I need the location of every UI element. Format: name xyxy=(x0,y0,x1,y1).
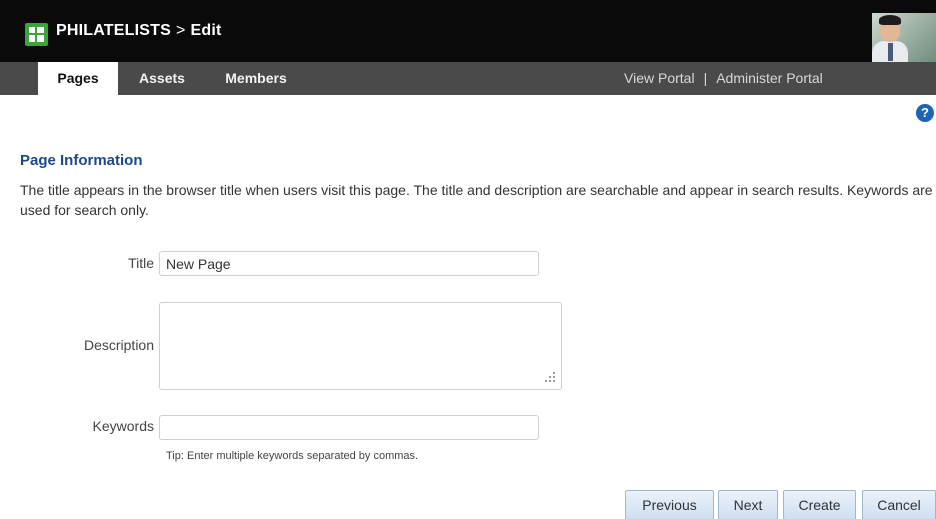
tab-bar: Pages Assets Members View Portal | Adminis… xyxy=(0,62,936,95)
mode-label: Edit xyxy=(190,22,222,39)
title-separator: > xyxy=(176,22,186,39)
page-title: PHILATELISTS > Edit xyxy=(56,22,222,40)
cancel-button[interactable]: Cancel xyxy=(862,490,936,519)
keywords-tip: Tip: Enter multiple keywords separated b… xyxy=(166,450,419,462)
section-description: The title appears in the browser title w… xyxy=(20,182,933,218)
grid-logo-icon xyxy=(25,23,48,46)
view-portal-link[interactable]: View Portal xyxy=(624,70,695,86)
link-divider: | xyxy=(703,70,708,86)
title-label: Title xyxy=(128,255,154,271)
tab-members[interactable]: Members xyxy=(208,62,304,95)
top-header: PHILATELISTS > Edit xyxy=(0,0,936,62)
title-input[interactable] xyxy=(159,251,539,276)
tab-pages[interactable]: Pages xyxy=(38,62,118,95)
tab-assets[interactable]: Assets xyxy=(122,62,202,95)
portal-links: View Portal | Administer Portal xyxy=(624,62,823,95)
help-icon[interactable]: ? xyxy=(916,104,934,122)
description-label: Description xyxy=(83,337,154,353)
description-textarea[interactable] xyxy=(159,302,562,390)
keywords-input[interactable] xyxy=(159,415,539,440)
user-avatar[interactable] xyxy=(872,13,936,65)
resize-grip-icon[interactable] xyxy=(539,368,557,386)
previous-button[interactable]: Previous xyxy=(625,490,714,519)
create-button[interactable]: Create xyxy=(783,490,856,519)
next-button[interactable]: Next xyxy=(718,490,778,519)
section-heading: Page Information xyxy=(20,152,143,169)
app-name: PHILATELISTS xyxy=(56,22,171,39)
keywords-label: Keywords xyxy=(92,418,154,434)
administer-portal-link[interactable]: Administer Portal xyxy=(716,70,823,86)
